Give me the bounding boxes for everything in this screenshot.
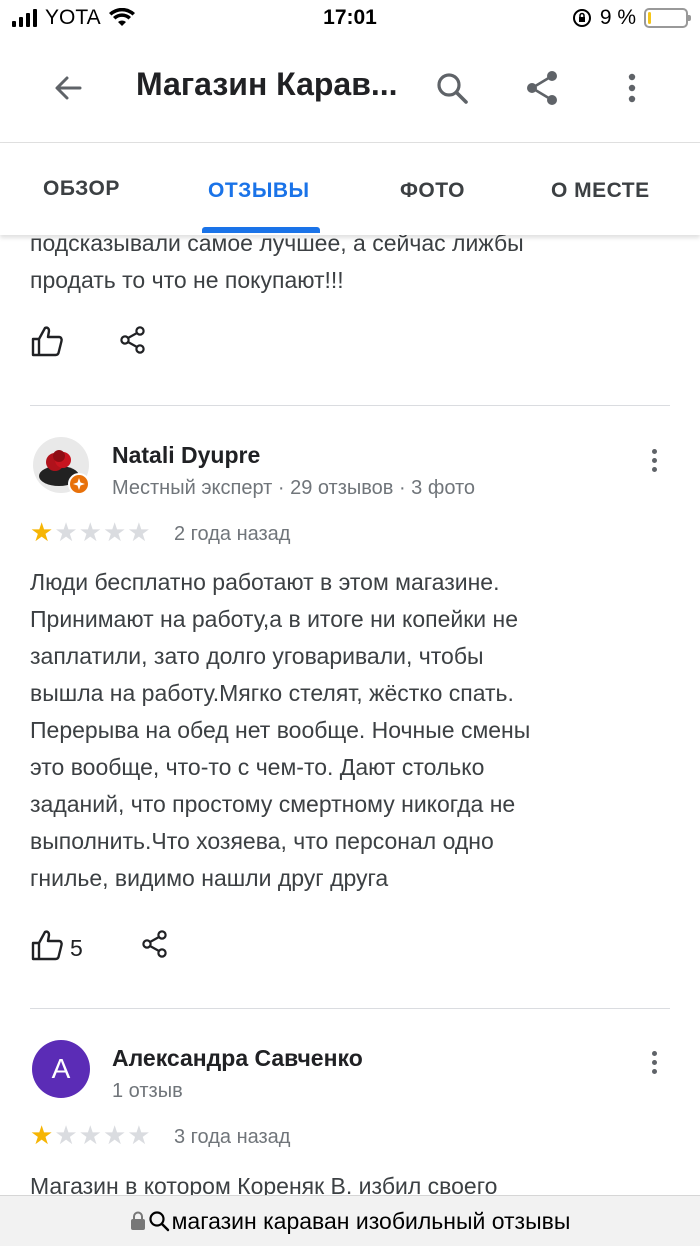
tab-bar: ОБЗОР ОТЗЫВЫ ФОТО О МЕСТЕ xyxy=(0,143,700,235)
review-text: Люди бесплатно работают в этом магазине.… xyxy=(30,564,680,897)
divider xyxy=(30,405,670,406)
more-vert-icon[interactable] xyxy=(640,446,668,480)
divider xyxy=(30,1008,670,1009)
reviewer-name[interactable]: Natali Dyupre xyxy=(112,442,260,469)
like-count: 5 xyxy=(70,935,83,961)
browser-address-bar[interactable]: магазин караван изобильный отзывы xyxy=(0,1195,700,1246)
star-empty-icon: ★ xyxy=(127,517,151,547)
review-line: продать то что не покупают!!! xyxy=(30,267,344,293)
star-empty-icon: ★ xyxy=(127,1120,151,1150)
review-line: это вообще, что-то с чем-то. Дают стольк… xyxy=(30,754,485,780)
lock-icon xyxy=(130,1211,145,1230)
review-text-partial: подсказывали самое лучшее, а сейчас лижб… xyxy=(30,225,680,299)
more-vert-icon[interactable] xyxy=(640,1048,668,1082)
review-date: 2 года назад xyxy=(174,523,291,545)
star-empty-icon: ★ xyxy=(54,1120,78,1150)
tab-reviews[interactable]: ОТЗЫВЫ xyxy=(208,179,310,203)
search-icon xyxy=(149,1211,169,1232)
reviewer-name[interactable]: Александра Савченко xyxy=(112,1045,363,1072)
avatar[interactable]: А xyxy=(32,1040,90,1098)
star-empty-icon: ★ xyxy=(54,517,78,547)
star-filled-icon: ★ xyxy=(30,517,54,547)
tab-overview[interactable]: ОБЗОР xyxy=(43,177,120,201)
tab-about[interactable]: О МЕСТЕ xyxy=(551,179,650,203)
review-line: заплатили, зато долго уговаривали, чтобы xyxy=(30,643,484,669)
review-line: вышла на работу.Мягко стелят, жёстко спа… xyxy=(30,680,514,706)
reviewer-meta: Местный эксперт · 29 отзывов · 3 фото xyxy=(112,477,476,499)
tab-photos[interactable]: ФОТО xyxy=(400,179,465,203)
review-line: Принимают на работу,а в итоге ни копейки… xyxy=(30,606,519,632)
reviewer-meta: 1 отзыв xyxy=(112,1080,183,1102)
local-guide-badge-icon xyxy=(68,473,90,495)
share-icon[interactable] xyxy=(118,325,148,355)
address-bar-text: магазин караван изобильный отзывы xyxy=(171,1207,571,1234)
active-tab-indicator xyxy=(202,227,320,233)
share-icon[interactable] xyxy=(140,929,170,959)
star-rating: ★ ★ ★ ★ ★ xyxy=(30,519,151,545)
thumbs-up-icon[interactable] xyxy=(30,928,64,962)
star-filled-icon: ★ xyxy=(30,1120,54,1150)
star-empty-icon: ★ xyxy=(78,1120,102,1150)
review-line: гнилье, видимо нашли друг друга xyxy=(30,865,389,891)
star-rating: ★ ★ ★ ★ ★ xyxy=(30,1122,151,1148)
review-line: Перерыва на обед нет вообще. Ночные смен… xyxy=(30,717,531,743)
star-empty-icon: ★ xyxy=(102,517,127,547)
review-line: выполнить.Что хозяева, что персонал одно xyxy=(30,828,494,854)
review-line: заданий, что простому смертному никогда … xyxy=(30,791,516,817)
star-empty-icon: ★ xyxy=(102,1120,127,1150)
star-empty-icon: ★ xyxy=(78,517,102,547)
thumbs-up-icon[interactable] xyxy=(30,324,64,358)
review-line: Люди бесплатно работают в этом магазине. xyxy=(30,569,500,595)
review-date: 3 года назад xyxy=(174,1126,291,1148)
